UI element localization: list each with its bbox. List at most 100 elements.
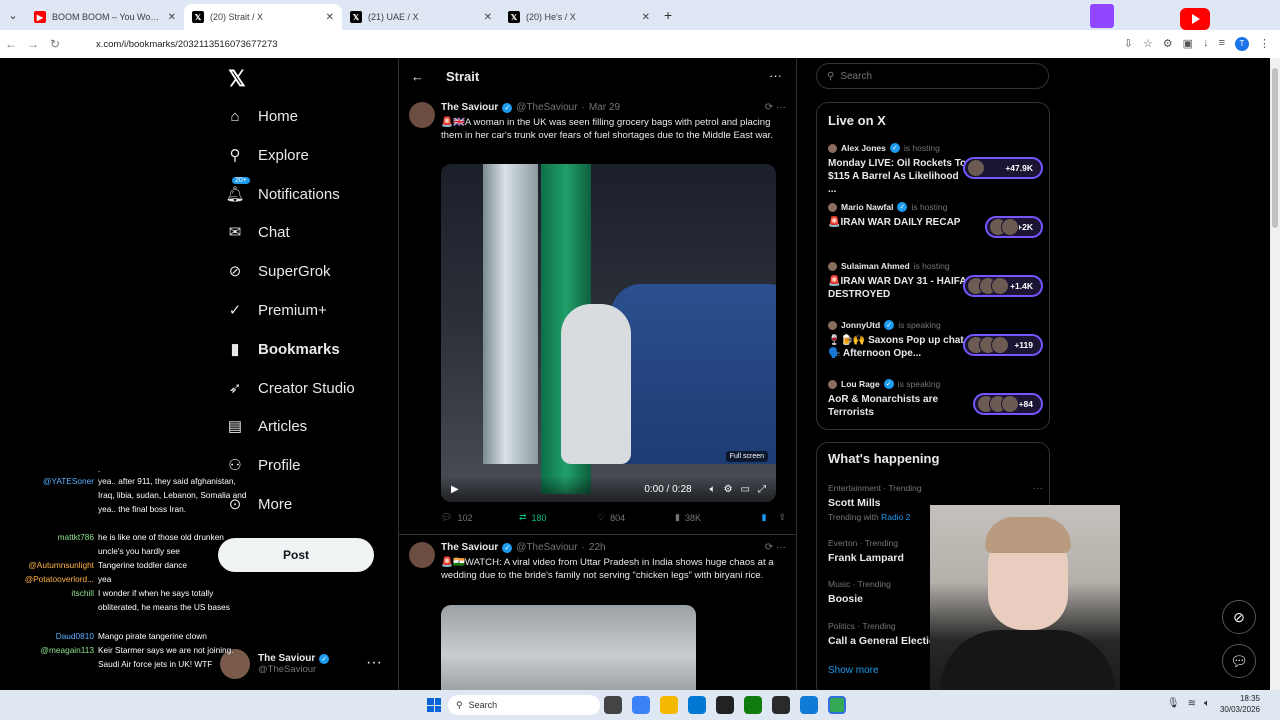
windows-start-icon[interactable] bbox=[427, 698, 441, 712]
close-tab-icon[interactable]: ✕ bbox=[168, 12, 176, 23]
taskbar-search[interactable]: ⚲ Search bbox=[448, 695, 600, 715]
author-name[interactable]: The Saviour bbox=[441, 542, 498, 553]
trend-context-link[interactable]: Radio 2 bbox=[881, 512, 910, 522]
nav-explore[interactable]: ⚲ Explore bbox=[226, 141, 309, 169]
video-player[interactable] bbox=[441, 605, 696, 698]
tweet-date[interactable]: Mar 29 bbox=[589, 102, 620, 113]
browser-tab-uae[interactable]: 𝕏 (21) UAE / X ✕ bbox=[342, 4, 500, 30]
tweet[interactable]: The Saviour ✓ @TheSaviour · 22h ⟳ ··· 🚨🇮… bbox=[399, 536, 796, 698]
install-icon[interactable]: ⇩ bbox=[1124, 37, 1133, 51]
back-icon[interactable]: ← bbox=[0, 37, 22, 51]
task-view-icon[interactable] bbox=[604, 696, 622, 714]
back-arrow-icon[interactable]: ← bbox=[411, 69, 424, 84]
author-name[interactable]: The Saviour bbox=[441, 102, 498, 113]
avatar[interactable] bbox=[409, 542, 435, 568]
fullscreen-icon[interactable]: ⤢ bbox=[758, 484, 766, 495]
app-icon[interactable] bbox=[772, 696, 790, 714]
profile-avatar-icon[interactable]: T bbox=[1235, 37, 1249, 51]
forward-icon[interactable]: → bbox=[22, 37, 44, 51]
share-icon[interactable]: ⇪ bbox=[778, 512, 786, 523]
store-icon[interactable] bbox=[688, 696, 706, 714]
close-tab-icon[interactable]: ✕ bbox=[326, 12, 334, 23]
nav-creator-studio[interactable]: ➶ Creator Studio bbox=[226, 374, 355, 402]
bookmark-filled-icon[interactable]: ▮ bbox=[762, 512, 767, 523]
edge-icon[interactable] bbox=[800, 696, 818, 714]
nav-supergrok[interactable]: ⊘ SuperGrok bbox=[226, 257, 331, 285]
star-icon[interactable]: ☆ bbox=[1143, 37, 1153, 51]
grok-icon[interactable]: ⊘ bbox=[1222, 600, 1256, 634]
download-icon[interactable]: ↓ bbox=[1203, 37, 1209, 51]
app-icon[interactable] bbox=[716, 696, 734, 714]
tweet-date[interactable]: 22h bbox=[589, 542, 606, 553]
chat-bubble-icon[interactable]: 💬︎ bbox=[1222, 644, 1256, 678]
nav-articles[interactable]: ▤ Articles bbox=[226, 412, 307, 440]
close-tab-icon[interactable]: ✕ bbox=[484, 12, 492, 23]
close-tab-icon[interactable]: ✕ bbox=[642, 12, 650, 23]
puzzle-icon[interactable]: ▣ bbox=[1183, 37, 1193, 51]
file-explorer-icon[interactable] bbox=[660, 696, 678, 714]
wifi-icon[interactable]: ≋ bbox=[1188, 698, 1196, 709]
space-title: Monday LIVE: Oil Rockets To $115 A Barre… bbox=[828, 158, 967, 195]
more-icon[interactable]: ··· bbox=[366, 654, 382, 672]
live-space[interactable]: Mario Nawfal ✓ is hosting 🚨IRAN WAR DAILY … bbox=[828, 202, 1043, 252]
tweet[interactable]: The Saviour ✓ @TheSaviour · Mar 29 ⟳ ···… bbox=[399, 94, 796, 564]
listener-pill[interactable]: +119 bbox=[963, 334, 1043, 356]
nav-bookmarks[interactable]: ▮ Bookmarks bbox=[226, 335, 340, 363]
nav-label: Articles bbox=[258, 417, 308, 435]
more-icon[interactable]: ··· bbox=[769, 68, 782, 83]
mic-icon[interactable]: 🎙︎ bbox=[1167, 698, 1180, 709]
author-handle[interactable]: @TheSaviour bbox=[516, 102, 577, 113]
menu-icon[interactable]: ≡ bbox=[1219, 37, 1225, 51]
live-space[interactable]: Sulaiman Ahmed is hosting 🚨IRAN WAR DAY 3… bbox=[828, 261, 1043, 311]
live-space[interactable]: JonnyUtd ✓ is speaking 🍷🍺🙌 Saxons Pop up c… bbox=[828, 320, 1043, 370]
listener-pill[interactable]: +84 bbox=[973, 393, 1043, 415]
more-icon[interactable]: ⟳ ··· bbox=[765, 102, 786, 113]
host-name: Alex Jones bbox=[841, 143, 886, 153]
nav-premium[interactable]: ✓ Premium+ bbox=[226, 296, 327, 324]
nav-chat[interactable]: ✉ Chat bbox=[226, 218, 290, 246]
tab-title: (21) UAE / X bbox=[368, 12, 419, 22]
repost-button[interactable]: ⇄ 180 bbox=[519, 512, 597, 523]
search-input[interactable]: ⚲ Search bbox=[816, 63, 1049, 89]
video-player[interactable]: Full screen ▶ 0:00 / 0:28 🔈︎ ⚙ ▭ ⤢ bbox=[441, 164, 776, 502]
show-more-link[interactable]: Show more bbox=[828, 665, 879, 676]
xbox-icon[interactable] bbox=[744, 696, 762, 714]
volume-icon[interactable]: 🔈︎ bbox=[1204, 698, 1210, 709]
more-icon[interactable]: ··· bbox=[1033, 483, 1043, 494]
kebab-menu-icon[interactable]: ⋮ bbox=[1259, 37, 1270, 51]
copilot-icon[interactable] bbox=[632, 696, 650, 714]
settings-icon[interactable]: ⚙ bbox=[724, 484, 733, 495]
tab-list-button[interactable]: ⌄ bbox=[0, 0, 26, 30]
url-field[interactable]: x.com/i/bookmarks/2032113516073677273 bbox=[96, 39, 278, 50]
like-button[interactable]: ♡ 804 bbox=[597, 512, 675, 523]
video-frame bbox=[561, 304, 631, 464]
reply-button[interactable]: 💬︎ 102 bbox=[441, 512, 519, 523]
nav-notifications[interactable]: 🔔︎ 20+ Notifications bbox=[225, 177, 340, 208]
live-space[interactable]: Lou Rage ✓ is speaking AoR & Monarchists a… bbox=[828, 379, 1043, 429]
reload-icon[interactable]: ↻ bbox=[44, 37, 66, 51]
browser-tab-youtube[interactable]: ▶ BOOM BOOM – You Woke The ✕ bbox=[26, 4, 184, 30]
browser-tab-strait[interactable]: 𝕏 (20) Strait / X ✕ bbox=[184, 4, 342, 30]
listener-pill[interactable]: +1.4K bbox=[963, 275, 1043, 297]
views-button[interactable]: ▮ 38K bbox=[675, 512, 753, 523]
nav-label: Premium+ bbox=[258, 301, 327, 319]
chrome-icon[interactable] bbox=[828, 696, 846, 714]
listener-pill[interactable]: +47.9K bbox=[963, 157, 1043, 179]
avatar[interactable] bbox=[409, 102, 435, 128]
live-space[interactable]: Alex Jones ✓ is hosting Monday LIVE: Oil R… bbox=[828, 143, 1043, 195]
more-icon[interactable]: ⟳ ··· bbox=[765, 542, 786, 553]
browser-tab-hes[interactable]: 𝕏 (20) He's / X ✕ bbox=[500, 4, 658, 30]
x-logo-icon[interactable]: 𝕏 bbox=[228, 66, 246, 92]
author-handle[interactable]: @TheSaviour bbox=[516, 542, 577, 553]
extension-icon[interactable]: ⚙ bbox=[1163, 37, 1173, 51]
listener-pill[interactable]: +2K bbox=[985, 216, 1043, 238]
nav-home[interactable]: ⌂ Home bbox=[226, 102, 298, 130]
volume-icon[interactable]: 🔈︎ bbox=[710, 484, 716, 495]
pip-icon[interactable]: ▭ bbox=[741, 484, 750, 495]
taskbar-clock[interactable]: 18:35 30/03/2026 bbox=[1220, 693, 1260, 715]
divider bbox=[399, 534, 796, 535]
play-icon[interactable]: ▶ bbox=[451, 484, 459, 495]
scrollbar-thumb[interactable] bbox=[1272, 68, 1278, 228]
page-scrollbar[interactable] bbox=[1270, 58, 1280, 698]
new-tab-button[interactable]: + bbox=[664, 7, 672, 23]
